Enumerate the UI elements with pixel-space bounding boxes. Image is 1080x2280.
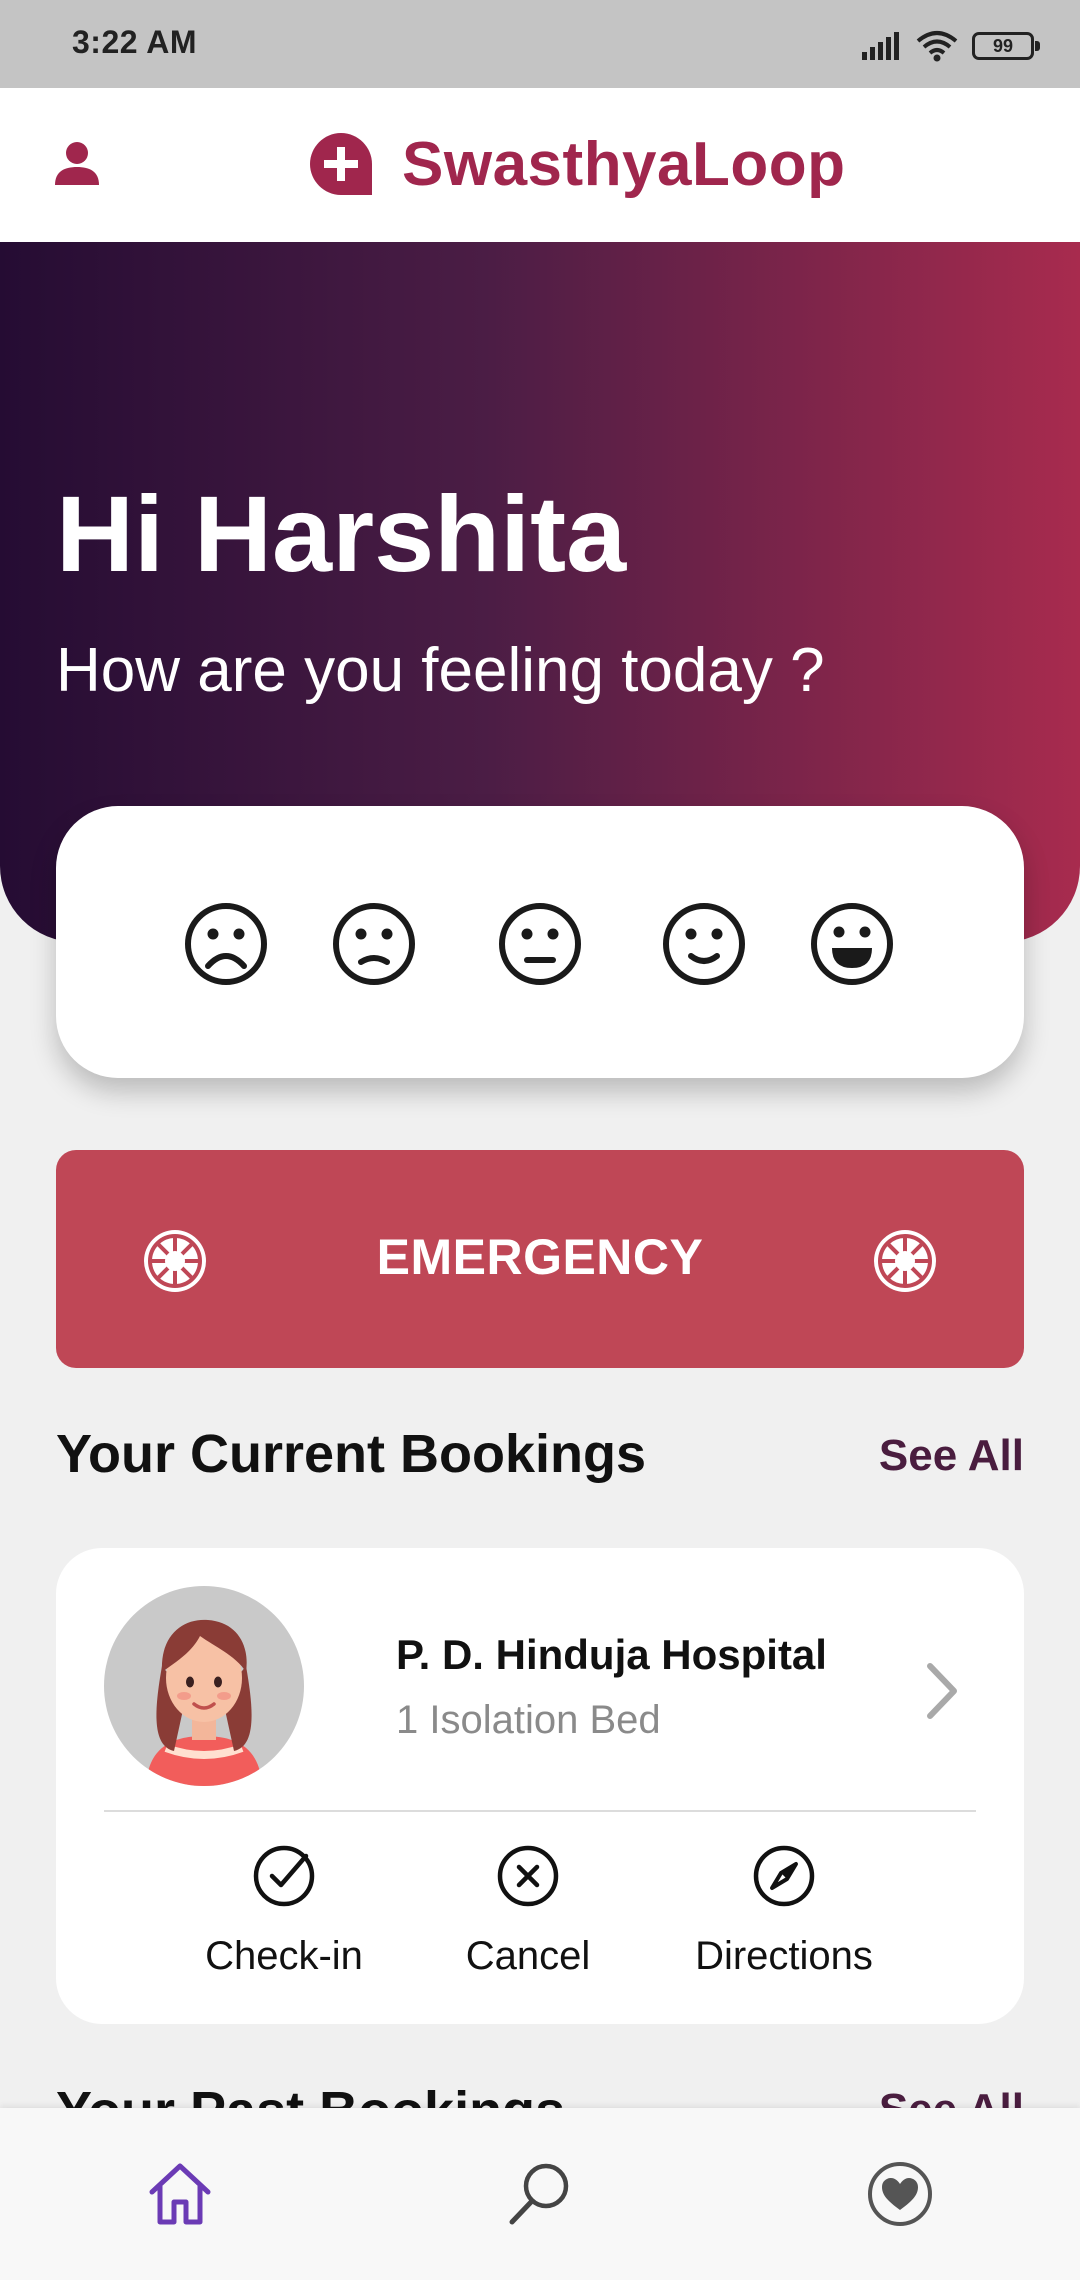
app-bar: SwasthyaLoop xyxy=(0,88,1080,242)
wifi-icon xyxy=(916,31,958,62)
emergency-button[interactable]: EMERGENCY xyxy=(56,1150,1024,1368)
battery-icon: 99 xyxy=(972,32,1040,60)
compass-icon xyxy=(753,1845,815,1907)
neutral-face-icon[interactable] xyxy=(498,902,582,986)
mood-question: How are you feeling today ? xyxy=(56,636,825,705)
cancel-circle-icon xyxy=(497,1845,559,1907)
very-sad-face-icon[interactable] xyxy=(184,902,268,986)
brand: SwasthyaLoop xyxy=(308,124,846,204)
hospital-name: P. D. Hinduja Hospital xyxy=(396,1631,827,1678)
nav-favorites[interactable] xyxy=(860,2154,940,2234)
nav-search[interactable] xyxy=(500,2154,580,2234)
very-happy-face-icon[interactable] xyxy=(810,902,894,986)
avatar xyxy=(104,1586,304,1786)
mood-selector xyxy=(56,806,1024,1078)
smiling-face-icon[interactable] xyxy=(662,902,746,986)
status-time: 3:22 AM xyxy=(72,24,198,60)
bottom-nav xyxy=(0,2108,1080,2280)
status-bar: 3:22 AM 99 xyxy=(0,0,1080,88)
cancel-label: Cancel xyxy=(465,1934,591,1978)
home-icon xyxy=(149,2163,211,2225)
divider xyxy=(104,1810,976,1812)
current-bookings-title: Your Current Bookings xyxy=(56,1424,647,1484)
greeting: Hi Harshita xyxy=(56,473,627,594)
cancel-button[interactable]: Cancel xyxy=(418,1844,638,1994)
sos-emblem-icon xyxy=(874,1230,936,1292)
nav-home[interactable] xyxy=(140,2154,220,2234)
favorites-heart-icon xyxy=(868,2162,932,2226)
profile-icon xyxy=(55,142,99,185)
signal-icon xyxy=(862,32,899,60)
check-circle-icon xyxy=(253,1845,315,1907)
directions-label: Directions xyxy=(695,1934,873,1978)
booking-card[interactable]: P. D. Hinduja Hospital 1 Isolation Bed C… xyxy=(56,1548,1024,2024)
check-in-button[interactable]: Check-in xyxy=(174,1844,394,1994)
chevron-right-icon[interactable] xyxy=(916,1658,968,1724)
sad-face-icon[interactable] xyxy=(332,902,416,986)
profile-button[interactable] xyxy=(46,132,108,194)
check-in-label: Check-in xyxy=(205,1934,363,1978)
current-bookings-see-all-link[interactable]: See All xyxy=(879,1431,1024,1480)
directions-button[interactable]: Directions xyxy=(674,1844,894,1994)
app-title: SwasthyaLoop xyxy=(402,129,846,199)
status-icons: 99 xyxy=(862,26,1040,66)
search-icon xyxy=(509,2163,569,2225)
booking-detail: 1 Isolation Bed xyxy=(396,1698,661,1742)
logo-medical-cross-icon xyxy=(310,133,372,195)
